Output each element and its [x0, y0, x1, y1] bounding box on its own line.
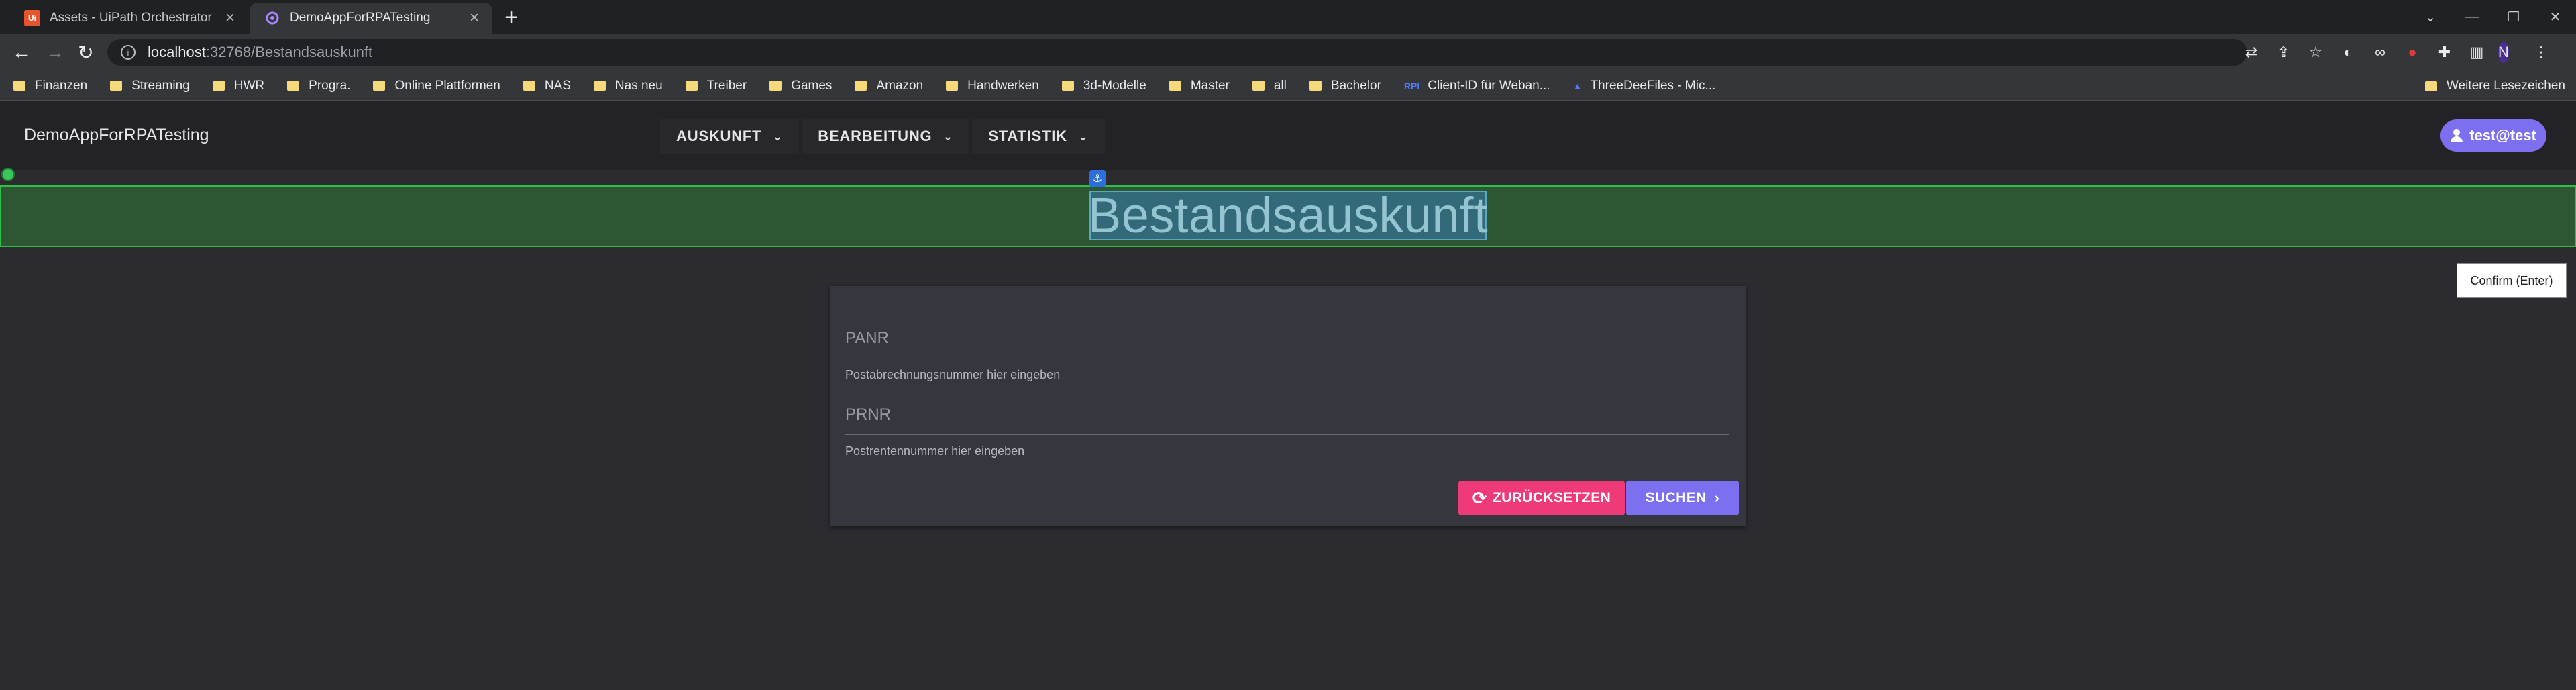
side-panel-icon[interactable]: ▥	[2466, 42, 2487, 63]
forward-icon[interactable]: →	[43, 40, 67, 64]
bookmark-folder[interactable]: Handwerken	[946, 79, 1039, 93]
user-name: test@test	[2469, 127, 2536, 144]
close-window-icon[interactable]: ✕	[2534, 9, 2576, 26]
restore-icon[interactable]: ❐	[2493, 9, 2534, 26]
selected-element-box[interactable]: Bestandsauskunft	[1087, 187, 1489, 243]
anchor-icon[interactable]: ⚓	[1089, 170, 1106, 187]
panr-hint: Postabrechnungsnummer hier eingeben	[845, 368, 1061, 381]
browser-tab-strip: Ui Assets - UiPath Orchestrator × DemoAp…	[0, 0, 2576, 34]
panr-input[interactable]: PANR	[845, 329, 1729, 358]
url-host: localhost	[148, 44, 206, 60]
folder-icon	[2424, 81, 2437, 91]
chevron-right-icon: ›	[1714, 489, 1720, 506]
share-icon[interactable]: ⇪	[2273, 42, 2294, 63]
folder-icon	[523, 81, 535, 91]
bookmark-folder[interactable]: Progra.	[287, 79, 350, 93]
profile-avatar[interactable]: N	[2498, 42, 2520, 63]
window-controls: ⌄ — ❐ ✕	[2410, 0, 2576, 34]
tab-demoapp[interactable]: DemoAppForRPATesting ×	[250, 3, 492, 34]
address-bar[interactable]: i localhost:32768/Bestandsauskunft	[107, 39, 2247, 66]
folder-icon	[946, 81, 959, 91]
bookmark-other-folder[interactable]: Weitere Lesezeichen	[2424, 71, 2565, 101]
folder-icon	[1309, 81, 1322, 91]
tab-search-icon[interactable]: ⌄	[2410, 9, 2451, 26]
chevron-down-icon: ⌄	[772, 129, 784, 143]
person-icon	[2451, 129, 2463, 142]
chevron-down-icon: ⌄	[1077, 129, 1089, 143]
bookmark-folder[interactable]: Amazon	[855, 79, 923, 93]
site-info-icon[interactable]: i	[121, 45, 136, 60]
nav-bearbeitung[interactable]: BEARBEITUNG ⌄	[802, 119, 970, 154]
url-path: :32768/Bestandsauskunft	[205, 44, 373, 60]
reload-icon[interactable]: ↻	[74, 40, 98, 64]
glasses-icon[interactable]: ∞	[2369, 42, 2391, 63]
bookmark-folder[interactable]: HWR	[212, 79, 264, 93]
bookmark-folder[interactable]: Online Plattformen	[373, 79, 500, 93]
back-icon[interactable]: ←	[9, 40, 34, 64]
folder-icon	[855, 81, 867, 91]
bookmark-folder[interactable]: Bachelor	[1309, 79, 1381, 93]
user-menu-button[interactable]: test@test	[2440, 119, 2546, 152]
app-brand[interactable]: DemoAppForRPATesting	[24, 126, 209, 145]
page-title: Bestandsauskunft	[1087, 187, 1489, 243]
folder-icon	[373, 81, 386, 91]
browser-toolbar: ← → ↻ i localhost:32768/Bestandsauskunft…	[0, 34, 2576, 71]
new-tab-button[interactable]: +	[499, 5, 523, 30]
folder-icon	[1169, 81, 1181, 91]
folder-icon	[769, 81, 782, 91]
folder-icon	[212, 81, 225, 91]
tab-title: Assets - UiPath Orchestrator	[50, 11, 212, 25]
confirm-button[interactable]: Confirm (Enter)	[2457, 263, 2567, 298]
translate-icon[interactable]: ⇄	[2241, 42, 2262, 63]
reset-button[interactable]: ⟳ ZURÜCKSETZEN	[1458, 481, 1625, 515]
panr-field[interactable]: PANR Postabrechnungsnummer hier eingeben	[845, 329, 1729, 382]
menu-dots-icon[interactable]: ⋮	[2530, 42, 2552, 63]
bookmark-folder[interactable]: Master	[1169, 79, 1230, 93]
search-button[interactable]: SUCHEN ›	[1626, 481, 1739, 515]
bookmarks-bar: Finanzen Streaming HWR Progra. Online Pl…	[0, 71, 2576, 101]
prnr-field[interactable]: PRNR Postrentennummer hier eingeben	[845, 405, 1729, 458]
prnr-input[interactable]: PRNR	[845, 405, 1729, 435]
bookmark-folder[interactable]: Treiber	[685, 79, 747, 93]
close-icon[interactable]: ×	[225, 9, 235, 28]
folder-icon	[1252, 81, 1265, 91]
chevron-down-icon: ⌄	[943, 129, 954, 143]
bookmark-link[interactable]: RPI Client-ID für Weban...	[1404, 79, 1550, 93]
bookmark-folder[interactable]: Finanzen	[13, 79, 87, 93]
folder-icon	[110, 81, 123, 91]
folder-icon	[1061, 81, 1074, 91]
search-card: PANR Postabrechnungsnummer hier eingeben…	[830, 286, 1746, 526]
bookmark-folder[interactable]: Nas neu	[593, 79, 663, 93]
puzzle-icon[interactable]: ✚	[2434, 42, 2455, 63]
bookmark-star-icon[interactable]: ☆	[2305, 42, 2326, 63]
selection-handle-icon[interactable]	[1, 168, 15, 181]
tab-title: DemoAppForRPATesting	[290, 11, 431, 25]
bookmark-folder[interactable]: 3d-Modelle	[1061, 79, 1146, 93]
azure-icon: ▲	[1572, 80, 1582, 91]
folder-icon	[593, 81, 606, 91]
nav-statistik[interactable]: STATISTIK ⌄	[972, 119, 1105, 154]
refresh-icon: ⟳	[1472, 487, 1487, 508]
tab-uipath-orchestrator[interactable]: Ui Assets - UiPath Orchestrator ×	[9, 3, 248, 34]
prnr-hint: Postrentennummer hier eingeben	[845, 444, 1025, 458]
nav-auskunft[interactable]: AUSKUNFT ⌄	[660, 119, 800, 154]
bookmark-folder[interactable]: Games	[769, 79, 832, 93]
rpi-icon: RPI	[1403, 80, 1420, 91]
uipath-icon: Ui	[24, 10, 40, 26]
bookmark-folder[interactable]: NAS	[523, 79, 571, 93]
record-extension-icon[interactable]: ●	[2402, 42, 2423, 63]
bookmark-folder[interactable]: Streaming	[110, 79, 190, 93]
browser-extension-bar: ⇄ ⇪ ☆ ◐ ∞ ● ✚ ▥ N ⋮	[2241, 42, 2563, 63]
minimize-icon[interactable]: —	[2451, 9, 2493, 25]
close-icon[interactable]: ×	[470, 9, 479, 28]
folder-icon	[287, 81, 300, 91]
folder-icon	[685, 81, 698, 91]
blazor-icon	[264, 10, 280, 26]
folder-icon	[13, 81, 25, 91]
bookmark-link[interactable]: ▲ ThreeDeeFiles - Mic...	[1573, 79, 1716, 93]
bookmark-folder[interactable]: all	[1252, 79, 1287, 93]
extension-icon[interactable]: ◐	[2337, 42, 2359, 63]
main-nav: AUSKUNFT ⌄ BEARBEITUNG ⌄ STATISTIK ⌄	[660, 119, 1108, 154]
app-header: DemoAppForRPATesting AUSKUNFT ⌄ BEARBEITU…	[0, 101, 2576, 170]
